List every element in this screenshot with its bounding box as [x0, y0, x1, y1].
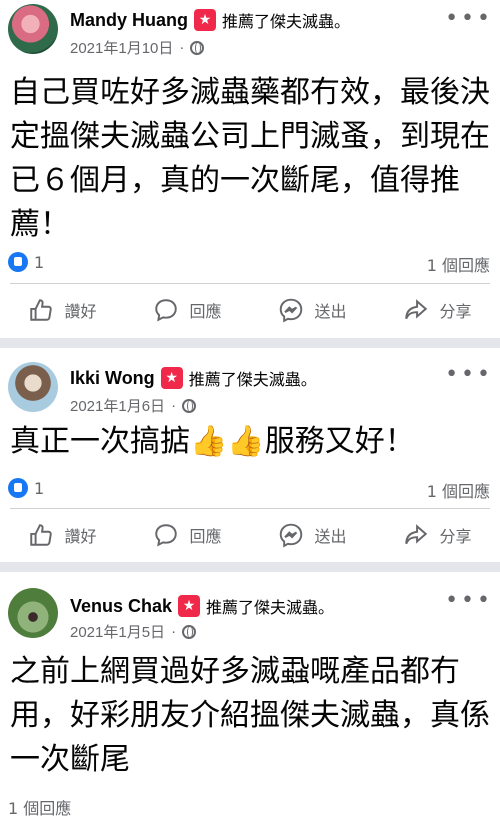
post-actions: 讚好 回應 送出 分享 — [0, 514, 500, 556]
avatar[interactable] — [8, 4, 58, 54]
post-card: Mandy Huang ★ 推薦了傑夫滅蟲。 2021年1月10日 · • • … — [0, 0, 500, 338]
thumbs-up-icon — [8, 252, 28, 272]
meta-separator: · — [171, 397, 177, 414]
divider — [10, 508, 490, 509]
globe-icon — [190, 40, 205, 55]
like-button[interactable]: 讚好 — [0, 289, 125, 331]
comment-button[interactable]: 回應 — [125, 289, 250, 331]
like-label: 讚好 — [64, 527, 97, 546]
meta-separator: · — [179, 39, 185, 56]
post-date[interactable]: 2021年1月10日 — [70, 37, 173, 58]
avatar[interactable] — [8, 362, 58, 412]
post-text: 之前上網買過好多滅蝨嘅產品都冇用，好彩朋友介紹搵傑夫滅蟲，真係一次斷尾 — [10, 654, 490, 777]
avatar[interactable] — [8, 588, 58, 638]
post-actions: 讚好 回應 送出 分享 — [0, 289, 500, 331]
share-button[interactable]: 分享 — [375, 514, 500, 556]
meta-separator: · — [171, 623, 177, 640]
recommend-text: 推薦了傑夫滅蟲。 — [222, 12, 351, 31]
post-date[interactable]: 2021年1月5日 — [70, 621, 165, 642]
share-arrow-icon — [405, 524, 428, 545]
comment-label: 回應 — [189, 302, 222, 321]
comment-bubble-icon — [155, 299, 178, 322]
post-text: 真正一次搞掂👍👍服務又好！ — [10, 424, 415, 459]
reaction-summary[interactable]: 1 — [8, 252, 44, 272]
post-meta: 2021年1月10日 · — [70, 37, 205, 58]
share-arrow-icon — [405, 299, 428, 320]
more-dots-icon[interactable]: • • • — [445, 362, 490, 387]
post-date[interactable]: 2021年1月6日 — [70, 395, 165, 416]
comment-count[interactable]: 1 個回應 — [427, 252, 490, 276]
thumbs-up-icon — [30, 524, 53, 546]
comment-bubble-icon — [155, 524, 178, 547]
comment-count[interactable]: 1 個回應 — [427, 478, 490, 502]
star-badge-icon: ★ — [160, 367, 183, 389]
more-dots-icon[interactable]: • • • — [445, 588, 490, 613]
recommend-text: 推薦了傑夫滅蟲。 — [188, 370, 317, 389]
recommend-text: 推薦了傑夫滅蟲。 — [206, 598, 335, 617]
globe-icon — [182, 398, 197, 413]
thumbs-up-icon — [30, 299, 53, 321]
comment-count[interactable]: 1 個回應 — [8, 795, 71, 819]
reaction-summary[interactable]: 1 — [8, 478, 44, 498]
post-header: Venus Chak ★ 推薦了傑夫滅蟲。 — [70, 594, 334, 618]
like-label: 讚好 — [64, 302, 97, 321]
send-label: 送出 — [314, 527, 347, 546]
share-label: 分享 — [439, 302, 472, 321]
post-meta: 2021年1月5日 · — [70, 621, 197, 642]
divider — [10, 283, 490, 284]
post-meta: 2021年1月6日 · — [70, 395, 197, 416]
send-button[interactable]: 送出 — [250, 289, 375, 331]
reaction-count: 1 — [34, 252, 45, 272]
author-name[interactable]: Mandy Huang — [70, 10, 188, 31]
comment-label: 回應 — [189, 527, 222, 546]
post-text: 自己買咗好多滅蟲藥都冇效，最後決定搵傑夫滅蟲公司上門滅蚤，到現在已６個月，真的一… — [10, 75, 490, 242]
globe-icon — [182, 624, 197, 639]
post-header: Ikki Wong ★ 推薦了傑夫滅蟲。 — [70, 366, 317, 390]
more-dots-icon[interactable]: • • • — [445, 6, 490, 31]
post-header: Mandy Huang ★ 推薦了傑夫滅蟲。 — [70, 8, 350, 32]
thumbs-up-icon — [8, 478, 28, 498]
messenger-icon — [280, 523, 303, 548]
like-button[interactable]: 讚好 — [0, 514, 125, 556]
share-button[interactable]: 分享 — [375, 289, 500, 331]
author-name[interactable]: Ikki Wong — [70, 368, 155, 389]
send-button[interactable]: 送出 — [250, 514, 375, 556]
reaction-count: 1 — [34, 478, 45, 498]
send-label: 送出 — [314, 302, 347, 321]
share-label: 分享 — [439, 527, 472, 546]
star-badge-icon: ★ — [178, 595, 201, 617]
star-badge-icon: ★ — [194, 9, 217, 31]
messenger-icon — [280, 298, 303, 323]
comment-button[interactable]: 回應 — [125, 514, 250, 556]
author-name[interactable]: Venus Chak — [70, 596, 172, 617]
